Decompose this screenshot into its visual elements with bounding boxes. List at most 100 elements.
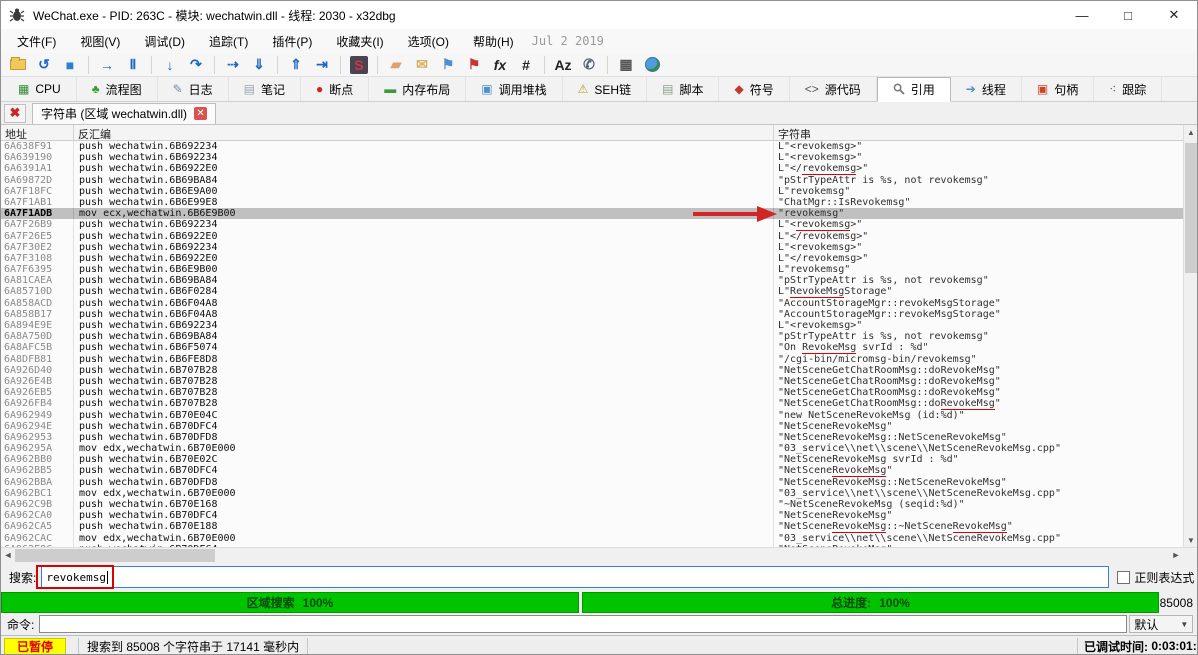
maximize-button[interactable]: □ (1105, 1, 1151, 29)
tab-trace[interactable]: ⁖ 跟踪 (1094, 77, 1163, 101)
table-row[interactable]: 6A858B17 push wechatwin.6B6F04A8 "AccountS… (1, 308, 1197, 320)
globe-icon[interactable] (641, 55, 663, 75)
run-icon[interactable]: → (96, 55, 118, 75)
step-out-icon[interactable]: ⇓ (248, 55, 270, 75)
tab-log[interactable]: ✎ 日志 (158, 77, 229, 101)
patches-icon[interactable]: ▰ (385, 55, 407, 75)
table-row[interactable]: 6A962CA5 push wechatwin.6B70E188 "NetScene… (1, 521, 1197, 533)
vertical-scrollbar[interactable]: ▲ ▼ (1183, 125, 1197, 547)
horizontal-scroll-thumb[interactable] (15, 549, 215, 562)
table-row[interactable]: 6A638F91 push wechatwin.6B692234 L"<revoke… (1, 141, 1197, 153)
table-row[interactable]: 6A962BC1 mov edx,wechatwin.6B70E000 "03_se… (1, 487, 1197, 499)
open-file-icon[interactable] (7, 55, 29, 75)
table-row[interactable]: 6A96295A mov edx,wechatwin.6B70E000 "03_se… (1, 443, 1197, 455)
tab-graph[interactable]: ♣ 流程图 (77, 77, 158, 101)
calculator-icon[interactable]: ▦ (615, 55, 637, 75)
table-row[interactable]: 6A962CA0 push wechatwin.6B70DFC4 "NetScene… (1, 510, 1197, 522)
table-row[interactable]: 6A926E4B push wechatwin.6B707B28 "NetScene… (1, 375, 1197, 388)
menu-item-帮[interactable]: 帮助(H) (461, 30, 526, 53)
table-row[interactable]: 6A81CAEA push wechatwin.6B69BA84 "pStrType… (1, 275, 1197, 287)
change-case-az-icon[interactable]: Aᴢ (552, 55, 574, 75)
bookmarks-icon[interactable]: ⚑ (463, 55, 485, 75)
table-row[interactable]: 6A7F26E5 push wechatwin.6B6922E0 L"</revok… (1, 230, 1197, 242)
column-header-disassembly[interactable]: 反汇编 (74, 125, 774, 141)
menu-item-选[interactable]: 选项(O) (396, 30, 461, 53)
command-input[interactable] (39, 615, 1128, 633)
table-row[interactable]: 6A962953 push wechatwin.6B70DFD8 "NetScene… (1, 431, 1197, 444)
close-all-tabs-button[interactable]: ✖ (4, 103, 26, 123)
doc-tab-close-icon[interactable]: ✕ (194, 107, 208, 120)
tab-memory-map[interactable]: ▬ 内存布局 (369, 77, 467, 101)
close-button[interactable]: ✕ (1151, 1, 1197, 29)
scroll-left-icon[interactable]: ◄ (1, 548, 15, 562)
table-row[interactable]: 6A962CAC mov edx,wechatwin.6B70E000 "03_se… (1, 532, 1197, 544)
step-over-icon[interactable]: ↷ (185, 55, 207, 75)
execute-till-return-icon[interactable]: ⇑ (285, 55, 307, 75)
functions-fx-icon[interactable]: fx (489, 55, 511, 75)
table-row[interactable]: 6A7F1ADB mov ecx,wechatwin.6B6E9B00 "revok… (1, 208, 1197, 220)
minimize-button[interactable]: — (1059, 1, 1105, 29)
table-row[interactable]: 6A962C9B push wechatwin.6B70E168 "~NetScen… (1, 499, 1197, 511)
menu-item-收[interactable]: 收藏夹(I) (324, 30, 395, 53)
strings-badge-icon[interactable]: S (348, 55, 370, 75)
table-row[interactable]: 6A8DFB81 push wechatwin.6B6FE8D8 "/cgi-bin… (1, 353, 1197, 365)
close-debuggee-icon[interactable]: ■ (59, 55, 81, 75)
menu-item-追[interactable]: 追踪(T) (197, 30, 260, 53)
table-row[interactable]: 6A69872D push wechatwin.6B69BA84 "pStrType… (1, 174, 1197, 186)
notify-phone-icon[interactable]: ✆ (578, 55, 600, 75)
scroll-up-icon[interactable]: ▲ (1184, 125, 1197, 139)
menu-item-调[interactable]: 调试(D) (132, 30, 197, 53)
tab-threads[interactable]: ➔ 线程 (951, 77, 1022, 101)
table-row[interactable]: 6A7F3108 push wechatwin.6B6922E0 L"</revok… (1, 252, 1197, 265)
comments-icon[interactable]: ✉ (411, 55, 433, 75)
regex-checkbox[interactable] (1117, 570, 1131, 584)
menu-item-插[interactable]: 插件(P) (260, 30, 324, 53)
table-row[interactable]: 6A96294E push wechatwin.6B70DFC4 "NetScene… (1, 420, 1197, 432)
table-row[interactable]: 6A639190 push wechatwin.6B692234 L"<revoke… (1, 152, 1197, 164)
table-row[interactable]: 6A8A750D push wechatwin.6B69BA84 "pStrType… (1, 331, 1197, 343)
table-row[interactable]: 6A962949 push wechatwin.6B70E04C "new NetS… (1, 409, 1197, 421)
table-row[interactable]: 6A894E9E push wechatwin.6B692234 L"<revoke… (1, 320, 1197, 332)
table-row[interactable]: 6A7F18FC push wechatwin.6B6E9A00 L"revokem… (1, 185, 1197, 197)
command-profile-dropdown[interactable]: 默认 ▼ (1129, 615, 1194, 633)
horizontal-scrollbar[interactable]: ◄ ► (1, 547, 1197, 563)
table-row[interactable]: 6A926FB4 push wechatwin.6B707B28 "NetScene… (1, 398, 1197, 410)
analysis-hash-icon[interactable]: # (515, 55, 537, 75)
table-row[interactable]: 6A858ACD push wechatwin.6B6F04A8 "AccountS… (1, 297, 1197, 309)
table-row[interactable]: 6A962BB5 push wechatwin.6B70DFC4 "NetScene… (1, 465, 1197, 477)
pause-icon[interactable]: Ⅱ (122, 55, 144, 75)
step-into-icon[interactable]: ↓ (159, 55, 181, 75)
tab-symbols[interactable]: ◆ 符号 (719, 77, 790, 101)
tab-source[interactable]: <> 源代码 (790, 77, 877, 101)
vertical-scroll-thumb[interactable] (1185, 143, 1197, 273)
scroll-down-icon[interactable]: ▼ (1184, 533, 1197, 547)
tab-seh[interactable]: ⚠ SEH链 (563, 77, 648, 101)
table-row[interactable]: 6A7F26B9 push wechatwin.6B692234 L"<revoke… (1, 219, 1197, 231)
tab-notes[interactable]: ▤ 笔记 (229, 77, 302, 101)
table-row[interactable]: 6A7F1AB1 push wechatwin.6B6E99E8 "ChatMgr:… (1, 196, 1197, 209)
table-row[interactable]: 6A926EB5 push wechatwin.6B707B28 "NetScene… (1, 387, 1197, 399)
table-row[interactable]: 6A926D40 push wechatwin.6B707B28 "NetScene… (1, 364, 1197, 376)
tab-script[interactable]: ▤ 脚本 (647, 77, 720, 101)
tab-handles[interactable]: ▣ 句柄 (1022, 77, 1095, 101)
menu-item-视[interactable]: 视图(V) (68, 30, 132, 53)
search-input[interactable]: revokemsg (41, 566, 1110, 588)
table-row[interactable]: 6A7F6395 push wechatwin.6B6E9B00 L"revokem… (1, 264, 1197, 276)
tab-call-stack[interactable]: ▣ 调用堆栈 (466, 77, 563, 101)
restart-icon[interactable]: ↺ (33, 55, 55, 75)
table-row[interactable]: 6A962BBA push wechatwin.6B70DFD8 "NetScene… (1, 476, 1197, 488)
run-to-cursor-icon[interactable]: ⇢ (222, 55, 244, 75)
run-to-user-code-icon[interactable]: ⇥ (311, 55, 333, 75)
tab-breakpoints[interactable]: ● 断点 (301, 77, 370, 101)
table-row[interactable]: 6A6391A1 push wechatwin.6B6922E0 L"</revok… (1, 163, 1197, 175)
menu-item-文[interactable]: 文件(F) (5, 30, 68, 53)
tab-references[interactable]: 引用 (876, 77, 951, 102)
table-row[interactable]: 6A85710D push wechatwin.6B6F0284 L"RevokeM… (1, 286, 1197, 298)
labels-icon[interactable]: ⚑ (437, 55, 459, 75)
tab-cpu[interactable]: ▦ CPU (3, 77, 77, 101)
scroll-right-icon[interactable]: ► (1169, 548, 1183, 562)
column-header-string[interactable]: 字符串 (774, 125, 1197, 141)
table-row[interactable]: 6A8AFC5B push wechatwin.6B6F5074 "On Revok… (1, 342, 1197, 354)
strings-doc-tab[interactable]: 字符串 (区域 wechatwin.dll) ✕ (32, 102, 217, 124)
table-row[interactable]: 6A7F30E2 push wechatwin.6B692234 L"<revoke… (1, 241, 1197, 253)
